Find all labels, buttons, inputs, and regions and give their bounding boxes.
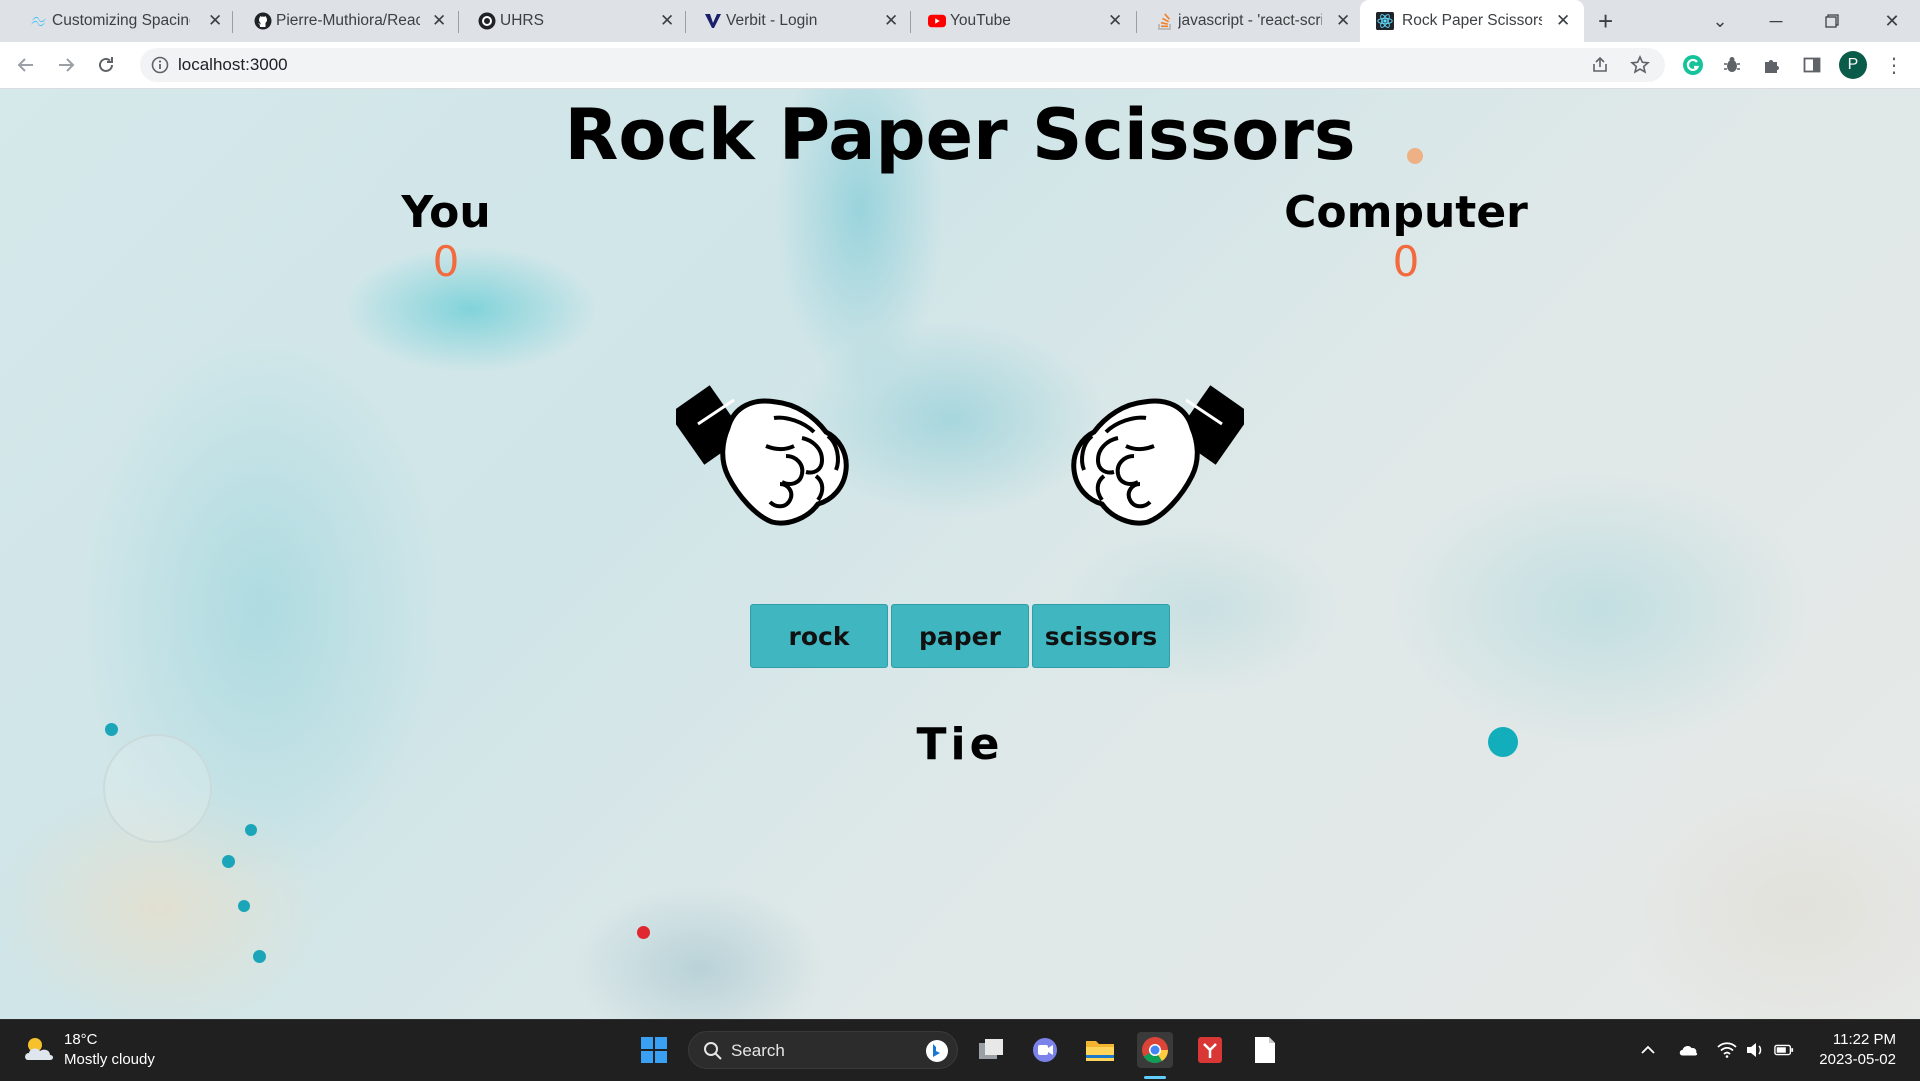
start-windows-icon[interactable] bbox=[636, 1032, 672, 1068]
github-icon bbox=[254, 12, 272, 30]
tailwind-icon bbox=[30, 12, 48, 30]
reload-button[interactable] bbox=[92, 51, 120, 79]
bookmark-star-icon[interactable] bbox=[1628, 53, 1652, 77]
paper-button[interactable]: paper bbox=[891, 604, 1029, 668]
player-rock-fist-icon bbox=[676, 385, 849, 526]
tab-label: Verbit - Login bbox=[726, 12, 818, 29]
close-window-button[interactable]: ✕ bbox=[1864, 0, 1920, 42]
wifi-icon[interactable] bbox=[1717, 1040, 1737, 1060]
player-score: 0 bbox=[432, 237, 460, 286]
url-text: localhost:3000 bbox=[178, 55, 288, 74]
file-explorer-icon[interactable] bbox=[1082, 1032, 1118, 1068]
close-icon[interactable]: ✕ bbox=[208, 10, 222, 32]
browser-tab-strip: Customizing Spacing ✕ Pierre-Muthiora/Re… bbox=[0, 0, 1920, 42]
active-app-indicator bbox=[1144, 1076, 1166, 1079]
tab-label: Customizing Spacing bbox=[52, 12, 190, 29]
weather-temperature: 18°C bbox=[64, 1031, 98, 1048]
pdf-app-icon[interactable] bbox=[1192, 1032, 1228, 1068]
minimize-button[interactable]: ─ bbox=[1748, 0, 1804, 42]
search-label: Search bbox=[731, 1041, 785, 1060]
browser-toolbar: localhost:3000 P ⋮ bbox=[0, 42, 1920, 89]
tab-label: YouTube bbox=[950, 12, 1011, 29]
decor-dot bbox=[637, 926, 650, 939]
chevron-up-icon[interactable] bbox=[1638, 1040, 1658, 1060]
close-icon[interactable]: ✕ bbox=[660, 10, 674, 32]
player-label: You bbox=[401, 187, 491, 238]
volume-icon[interactable] bbox=[1745, 1040, 1765, 1060]
new-tab-button[interactable]: + bbox=[1598, 6, 1613, 37]
uhrs-icon bbox=[478, 12, 496, 30]
taskbar-search[interactable]: Search bbox=[688, 1031, 958, 1069]
tab-uhrs[interactable]: UHRS ✕ bbox=[474, 0, 674, 42]
tab-label: Rock Paper Scissors G bbox=[1402, 12, 1542, 29]
tab-divider bbox=[685, 11, 686, 33]
notepad-icon[interactable] bbox=[1247, 1032, 1283, 1068]
close-icon[interactable]: ✕ bbox=[1556, 10, 1570, 32]
close-icon[interactable]: ✕ bbox=[884, 10, 898, 32]
teams-chat-icon[interactable] bbox=[1027, 1032, 1063, 1068]
profile-avatar[interactable]: P bbox=[1839, 51, 1867, 79]
address-bar[interactable]: localhost:3000 bbox=[140, 48, 1665, 82]
tab-divider bbox=[458, 11, 459, 33]
tab-divider bbox=[232, 11, 233, 33]
tab-github[interactable]: Pierre-Muthiora/React ✕ bbox=[250, 0, 450, 42]
extensions-puzzle-icon[interactable] bbox=[1760, 53, 1784, 77]
info-icon[interactable] bbox=[150, 55, 170, 75]
decor-dot bbox=[245, 824, 257, 836]
tab-label: Pierre-Muthiora/React bbox=[276, 12, 420, 29]
computer-rock-fist-icon bbox=[1071, 385, 1244, 526]
forward-button[interactable] bbox=[52, 51, 80, 79]
task-view-icon[interactable] bbox=[974, 1032, 1010, 1068]
clock-time: 11:22 PM bbox=[1832, 1031, 1896, 1048]
bing-icon[interactable] bbox=[925, 1039, 949, 1063]
search-icon bbox=[704, 1042, 722, 1060]
computer-score: 0 bbox=[1392, 237, 1420, 286]
decor-dot bbox=[222, 855, 235, 868]
tab-customizing-spacing[interactable]: Customizing Spacing ✕ bbox=[26, 0, 226, 42]
tab-youtube[interactable]: YouTube ✕ bbox=[924, 0, 1124, 42]
page-title: Rock Paper Scissors bbox=[564, 94, 1356, 176]
side-panel-icon[interactable] bbox=[1800, 53, 1824, 77]
verbit-icon bbox=[704, 12, 722, 30]
stackoverflow-icon bbox=[1156, 12, 1174, 30]
decor-dot bbox=[238, 900, 250, 912]
close-icon[interactable]: ✕ bbox=[1336, 10, 1350, 32]
battery-icon[interactable] bbox=[1774, 1040, 1794, 1060]
back-button[interactable] bbox=[12, 51, 40, 79]
tab-label: UHRS bbox=[500, 12, 544, 29]
share-icon[interactable] bbox=[1588, 53, 1612, 77]
clock-date: 2023-05-02 bbox=[1819, 1051, 1896, 1068]
restore-button[interactable] bbox=[1804, 0, 1860, 42]
tab-divider bbox=[910, 11, 911, 33]
onedrive-cloud-icon[interactable] bbox=[1678, 1040, 1698, 1060]
bug-extension-icon[interactable] bbox=[1720, 53, 1744, 77]
scissors-button[interactable]: scissors bbox=[1032, 604, 1170, 668]
rock-button[interactable]: rock bbox=[750, 604, 888, 668]
tab-stackoverflow[interactable]: javascript - 'react-scrip ✕ bbox=[1152, 0, 1352, 42]
taskbar: 18°C Mostly cloudy Search 11:22 PM 2023-… bbox=[0, 1019, 1920, 1081]
more-menu-icon[interactable]: ⋮ bbox=[1882, 53, 1906, 77]
close-icon[interactable]: ✕ bbox=[1108, 10, 1122, 32]
react-icon bbox=[1376, 12, 1394, 30]
page-content: Rock Paper Scissors You 0 Computer 0 roc… bbox=[0, 89, 1920, 1019]
grammarly-icon[interactable] bbox=[1681, 53, 1705, 77]
tab-divider bbox=[1136, 11, 1137, 33]
choice-buttons: rock paper scissors bbox=[750, 604, 1170, 668]
decor-dot bbox=[253, 950, 266, 963]
tab-rock-paper-scissors[interactable]: Rock Paper Scissors G ✕ bbox=[1360, 0, 1584, 42]
close-icon[interactable]: ✕ bbox=[432, 10, 446, 32]
computer-label: Computer bbox=[1284, 187, 1528, 238]
tab-verbit[interactable]: Verbit - Login ✕ bbox=[700, 0, 900, 42]
result-text: Tie bbox=[916, 719, 1004, 770]
weather-description: Mostly cloudy bbox=[64, 1051, 155, 1068]
chrome-taskbar-icon[interactable] bbox=[1137, 1032, 1173, 1068]
youtube-icon bbox=[928, 12, 946, 30]
tab-label: javascript - 'react-scrip bbox=[1178, 12, 1322, 29]
weather-cloud-sun-icon bbox=[25, 1038, 53, 1060]
tab-search-button[interactable]: ⌄ bbox=[1692, 0, 1748, 42]
